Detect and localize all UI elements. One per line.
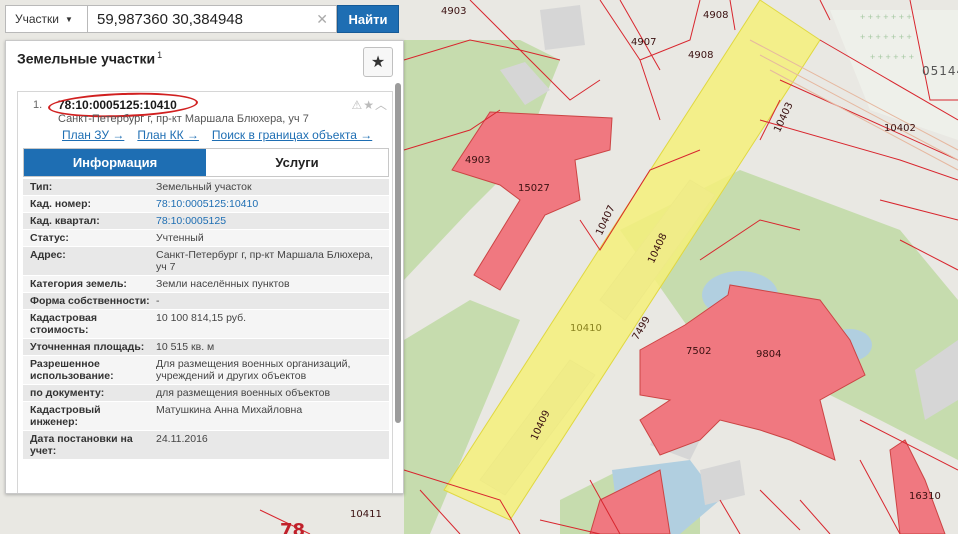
info-row-by-document: по документу: для размещения военных объе… bbox=[23, 385, 389, 402]
map-label-10402: 10402 bbox=[884, 123, 916, 134]
info-row-engineer: Кадастровый инженер: Матушкина Анна Михай… bbox=[23, 402, 389, 431]
plan-kk-link[interactable]: План КК → bbox=[137, 128, 199, 142]
map-label-16310: 16310 bbox=[909, 491, 941, 502]
result-tabs: Информация Услуги bbox=[23, 148, 389, 177]
building bbox=[540, 5, 585, 50]
collapse-icon[interactable]: ︿ bbox=[375, 98, 388, 112]
map-label-4907: 4907 bbox=[631, 37, 657, 48]
panel-title: Земельные участки 1 bbox=[17, 50, 162, 67]
favorite-star-icon[interactable]: ★ bbox=[363, 98, 375, 112]
panel-scrollbar[interactable] bbox=[395, 83, 401, 423]
star-icon: ★ bbox=[370, 54, 386, 71]
chevron-down-icon: ▼ bbox=[65, 14, 73, 24]
results-panel: Земельные участки 1 ★ 1. 78:10:0005125:10… bbox=[5, 40, 404, 494]
info-row-cadastral-value: Кадастровая стоимость: 10 100 814,15 руб. bbox=[23, 310, 389, 339]
map-label-15027: 15027 bbox=[518, 183, 550, 194]
info-table: Тип: Земельный участок Кад. номер: 78:10:0… bbox=[23, 179, 389, 460]
svg-text:+ + + + + + +: + + + + + + + bbox=[860, 12, 912, 22]
map-label-05144: 05144 bbox=[922, 64, 958, 78]
tab-information[interactable]: Информация bbox=[24, 149, 206, 176]
info-row-land-category: Категория земель: Земли населённых пункто… bbox=[23, 276, 389, 293]
result-count: 1 bbox=[157, 50, 163, 60]
svg-text:+ + + + + + +: + + + + + + + bbox=[860, 32, 912, 42]
plan-zu-link[interactable]: План ЗУ → bbox=[62, 128, 124, 142]
map-label-10411: 10411 bbox=[350, 509, 382, 520]
result-address: Санкт-Петербург г, пр-кт Маршала Блюхера… bbox=[58, 113, 309, 125]
search-type-label: Участки bbox=[15, 12, 59, 26]
info-row-permitted-use: Разрешенное использование: Для размещения… bbox=[23, 356, 389, 385]
map-label-4903b: 4903 bbox=[465, 155, 491, 166]
info-row-ownership: Форма собственности: - bbox=[23, 293, 389, 310]
map-label-4903: 4903 bbox=[441, 6, 467, 17]
map-label-4908: 4908 bbox=[703, 10, 729, 21]
favorites-button[interactable]: ★ bbox=[363, 47, 393, 77]
search-bar: Участки ▼ ✕ Найти bbox=[5, 5, 399, 33]
panel-title-text: Земельные участки bbox=[17, 50, 156, 67]
info-row-type: Тип: Земельный участок bbox=[23, 179, 389, 196]
svg-text:+ + + + + +: + + + + + + bbox=[870, 52, 914, 62]
info-row-status: Статус: Учтенный bbox=[23, 230, 389, 247]
warning-icon[interactable]: ⚠ bbox=[351, 98, 363, 112]
cad-number-link[interactable]: 78:10:0005125:10410 bbox=[151, 196, 389, 212]
search-field: ✕ bbox=[87, 5, 337, 33]
result-card: 1. 78:10:0005125:10410 ⚠★︿ Санкт-Петербу… bbox=[17, 90, 393, 493]
clear-icon[interactable]: ✕ bbox=[316, 11, 328, 28]
info-row-area: Уточненная площадь: 10 515 кв. м bbox=[23, 339, 389, 356]
info-row-registration-date: Дата постановки на учет: 24.11.2016 bbox=[23, 431, 389, 460]
map-label-4908b: 4908 bbox=[688, 50, 714, 61]
result-links: План ЗУ → План КК → Поиск в границах объ… bbox=[62, 128, 372, 142]
map-label-7502: 7502 bbox=[686, 346, 712, 357]
panel-header: Земельные участки 1 ★ bbox=[6, 41, 403, 81]
map-label-9804: 9804 bbox=[756, 349, 782, 360]
info-row-cad-quarter: Кад. квартал: 78:10:0005125 bbox=[23, 213, 389, 230]
map-label-78: 78 bbox=[280, 520, 306, 534]
search-within-object-link[interactable]: Поиск в границах объекта → bbox=[212, 128, 372, 142]
result-index: 1. bbox=[33, 99, 43, 111]
info-row-cad-number: Кад. номер: 78:10:0005125:10410 bbox=[23, 196, 389, 213]
map-label-10410: 10410 bbox=[570, 323, 602, 334]
cad-quarter-link[interactable]: 78:10:0005125 bbox=[151, 213, 389, 229]
search-input[interactable] bbox=[88, 6, 336, 32]
card-tools: ⚠★︿ bbox=[351, 96, 388, 113]
search-button[interactable]: Найти bbox=[337, 5, 399, 33]
info-row-address: Адрес: Санкт-Петербург г, пр-кт Маршала Б… bbox=[23, 247, 389, 276]
tab-services[interactable]: Услуги bbox=[206, 149, 388, 176]
search-type-dropdown[interactable]: Участки ▼ bbox=[5, 5, 87, 33]
